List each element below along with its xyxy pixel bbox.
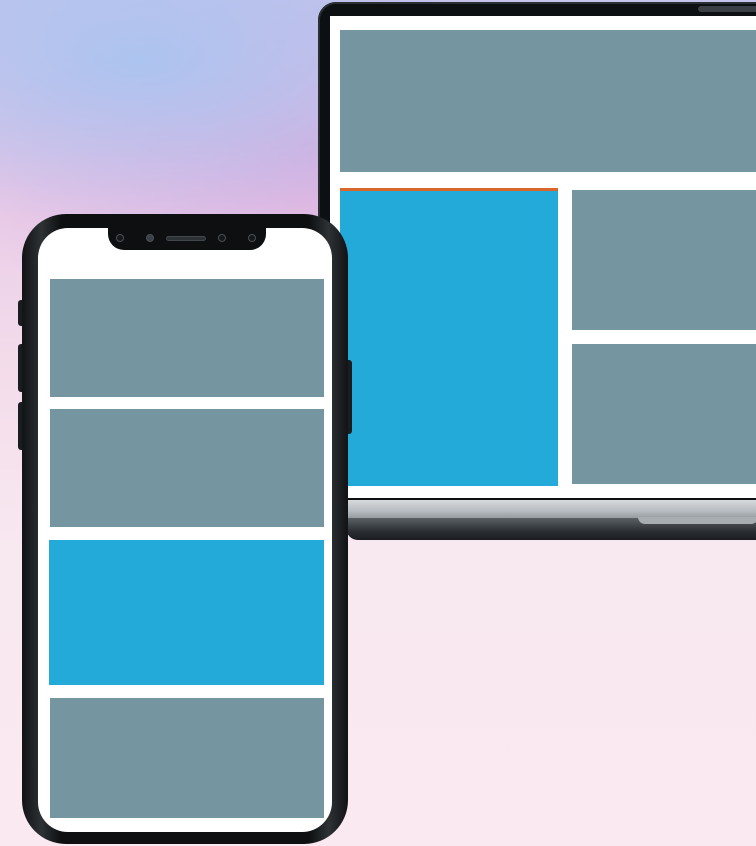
notch-sensor-icon [116,234,124,242]
laptop-camera [698,6,756,12]
laptop-feature-accent-line [340,188,558,191]
phone-card-block-1 [50,279,324,397]
notch-front-camera-icon [248,234,256,242]
phone-notch [108,228,266,250]
phone-feature-block [49,540,324,685]
notch-sensor-icon-2 [218,234,226,242]
phone-body [22,214,348,844]
laptop-feature-block [340,188,558,486]
laptop-opening-notch [638,517,756,524]
mockup-scene [0,0,756,846]
laptop-card-block-1 [572,190,756,330]
laptop-screen [330,16,756,498]
laptop-lid [318,2,756,508]
laptop-card-block-2 [572,344,756,484]
laptop-mockup [318,2,756,542]
phone-mockup [18,214,352,844]
notch-speaker [166,236,206,241]
phone-card-block-3 [50,698,324,818]
phone-card-block-2 [50,409,324,527]
phone-screen [38,228,332,832]
laptop-hero-block [340,30,756,172]
notch-camera-icon [146,234,154,242]
